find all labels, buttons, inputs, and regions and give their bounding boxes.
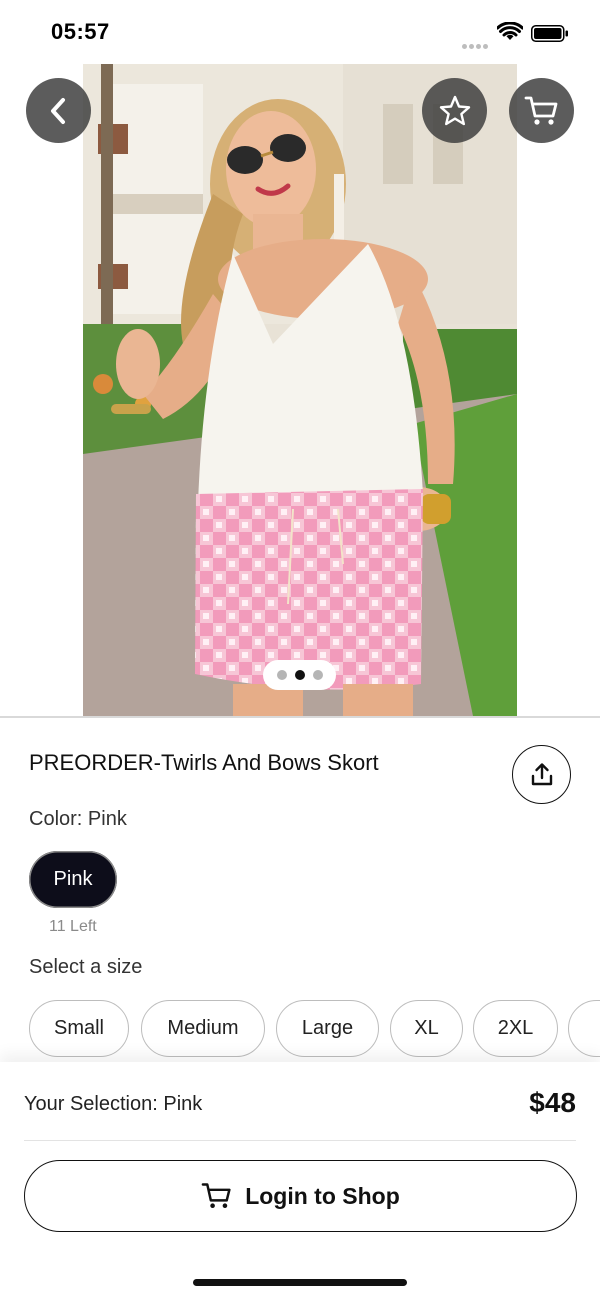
wifi-icon [497, 22, 523, 40]
star-icon [439, 95, 470, 125]
favorite-button[interactable] [422, 78, 487, 143]
stock-count: 11 Left [49, 918, 97, 935]
color-label: Color: Pink [29, 808, 127, 831]
status-bar: 05:57 [0, 0, 600, 64]
cart-icon [524, 96, 557, 125]
share-button[interactable] [512, 745, 571, 804]
home-indicator [193, 1279, 407, 1286]
color-label-value: Pink [87, 808, 127, 830]
product-title: PREORDER-Twirls And Bows Skort [29, 750, 379, 775]
chevron-left-icon [50, 97, 65, 124]
size-option-xl[interactable]: XL [390, 1000, 463, 1057]
selection-summary: Your Selection: Pink [24, 1093, 202, 1116]
login-to-shop-label: Login to Shop [245, 1182, 400, 1209]
cart-icon [201, 1183, 231, 1208]
gallery-page-indicator [263, 660, 336, 690]
product-photo[interactable] [83, 64, 517, 716]
status-time: 05:57 [51, 19, 110, 44]
divider [24, 1140, 576, 1141]
size-option-2xl[interactable]: 2XL [473, 1000, 558, 1057]
cart-button[interactable] [509, 78, 574, 143]
login-to-shop-button[interactable]: Login to Shop [24, 1160, 577, 1232]
color-label-prefix: Color: [29, 808, 88, 830]
size-option-more[interactable] [568, 1000, 600, 1057]
selection-value: Pink [163, 1093, 203, 1115]
product-gallery[interactable] [0, 64, 600, 716]
divider [0, 716, 600, 718]
size-prompt: Select a size [29, 956, 143, 978]
size-options: Small Medium Large XL 2XL [29, 1000, 600, 1058]
battery-icon [531, 25, 568, 42]
color-option-pink[interactable]: Pink [29, 851, 117, 908]
price: $48 [529, 1087, 576, 1118]
cellular-signal-icon [462, 36, 490, 49]
back-button[interactable] [26, 78, 91, 143]
share-icon [531, 762, 552, 785]
selection-prefix: Your Selection: [24, 1093, 164, 1115]
purchase-panel: Your Selection: Pink $48 Login to Shop [0, 1062, 600, 1299]
size-option-large[interactable]: Large [276, 1000, 379, 1057]
gallery-dot-active[interactable] [294, 670, 305, 680]
gallery-dot[interactable] [276, 670, 287, 680]
gallery-dot[interactable] [312, 670, 323, 680]
size-option-medium[interactable]: Medium [141, 1000, 265, 1057]
size-option-small[interactable]: Small [29, 1000, 129, 1057]
